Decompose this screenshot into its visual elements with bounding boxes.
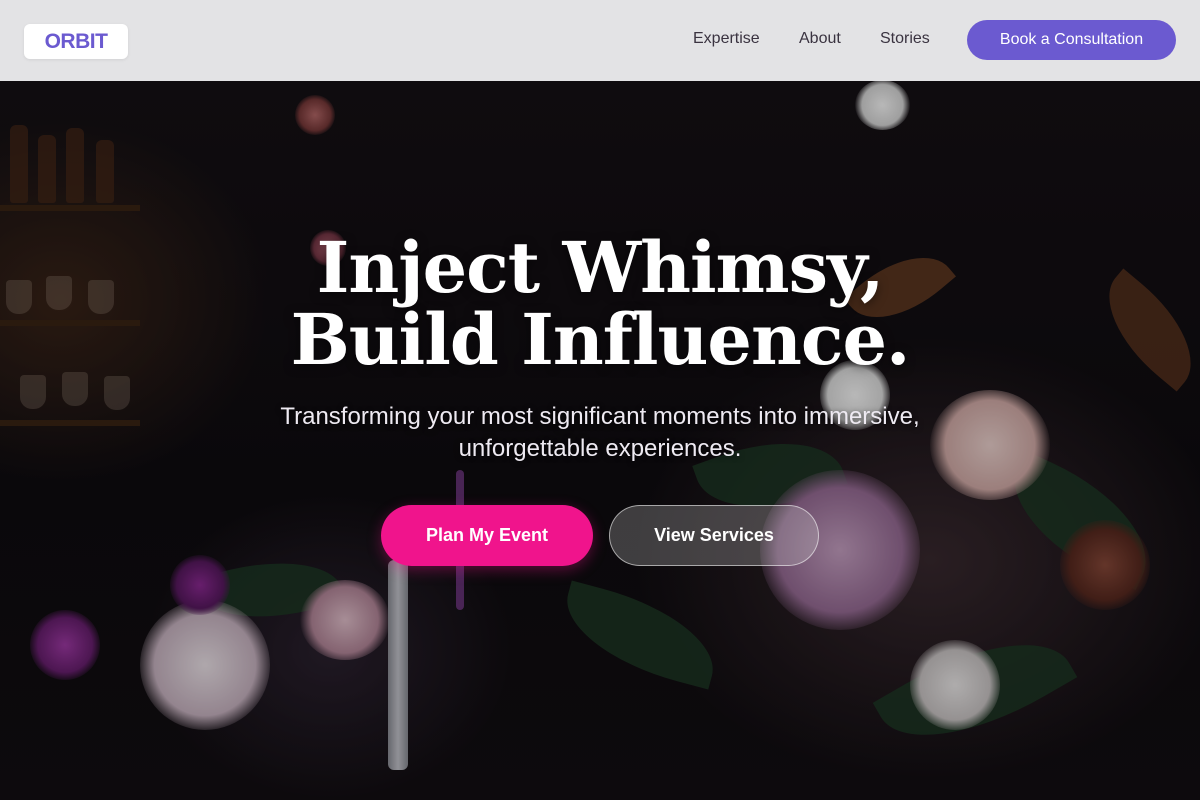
hero-title: Inject Whimsy, Build Influence. [0, 232, 1200, 376]
plan-my-event-button[interactable]: Plan My Event [381, 505, 593, 566]
book-consultation-button[interactable]: Book a Consultation [967, 20, 1176, 60]
logo[interactable]: ORBIT [24, 24, 128, 59]
hero-title-line-2: Build Influence. [290, 298, 911, 381]
nav-link-about[interactable]: About [799, 30, 841, 48]
site-header: ORBIT Expertise About Stories Book a Con… [0, 0, 1200, 81]
nav-link-stories[interactable]: Stories [880, 30, 930, 48]
view-services-button[interactable]: View Services [609, 505, 819, 566]
hero-background-image [0, 0, 1200, 800]
nav-link-expertise[interactable]: Expertise [693, 30, 760, 48]
hero-subtitle: Transforming your most significant momen… [280, 403, 920, 462]
hero-title-line-1: Inject Whimsy, [316, 226, 885, 309]
overlay [0, 0, 1200, 800]
